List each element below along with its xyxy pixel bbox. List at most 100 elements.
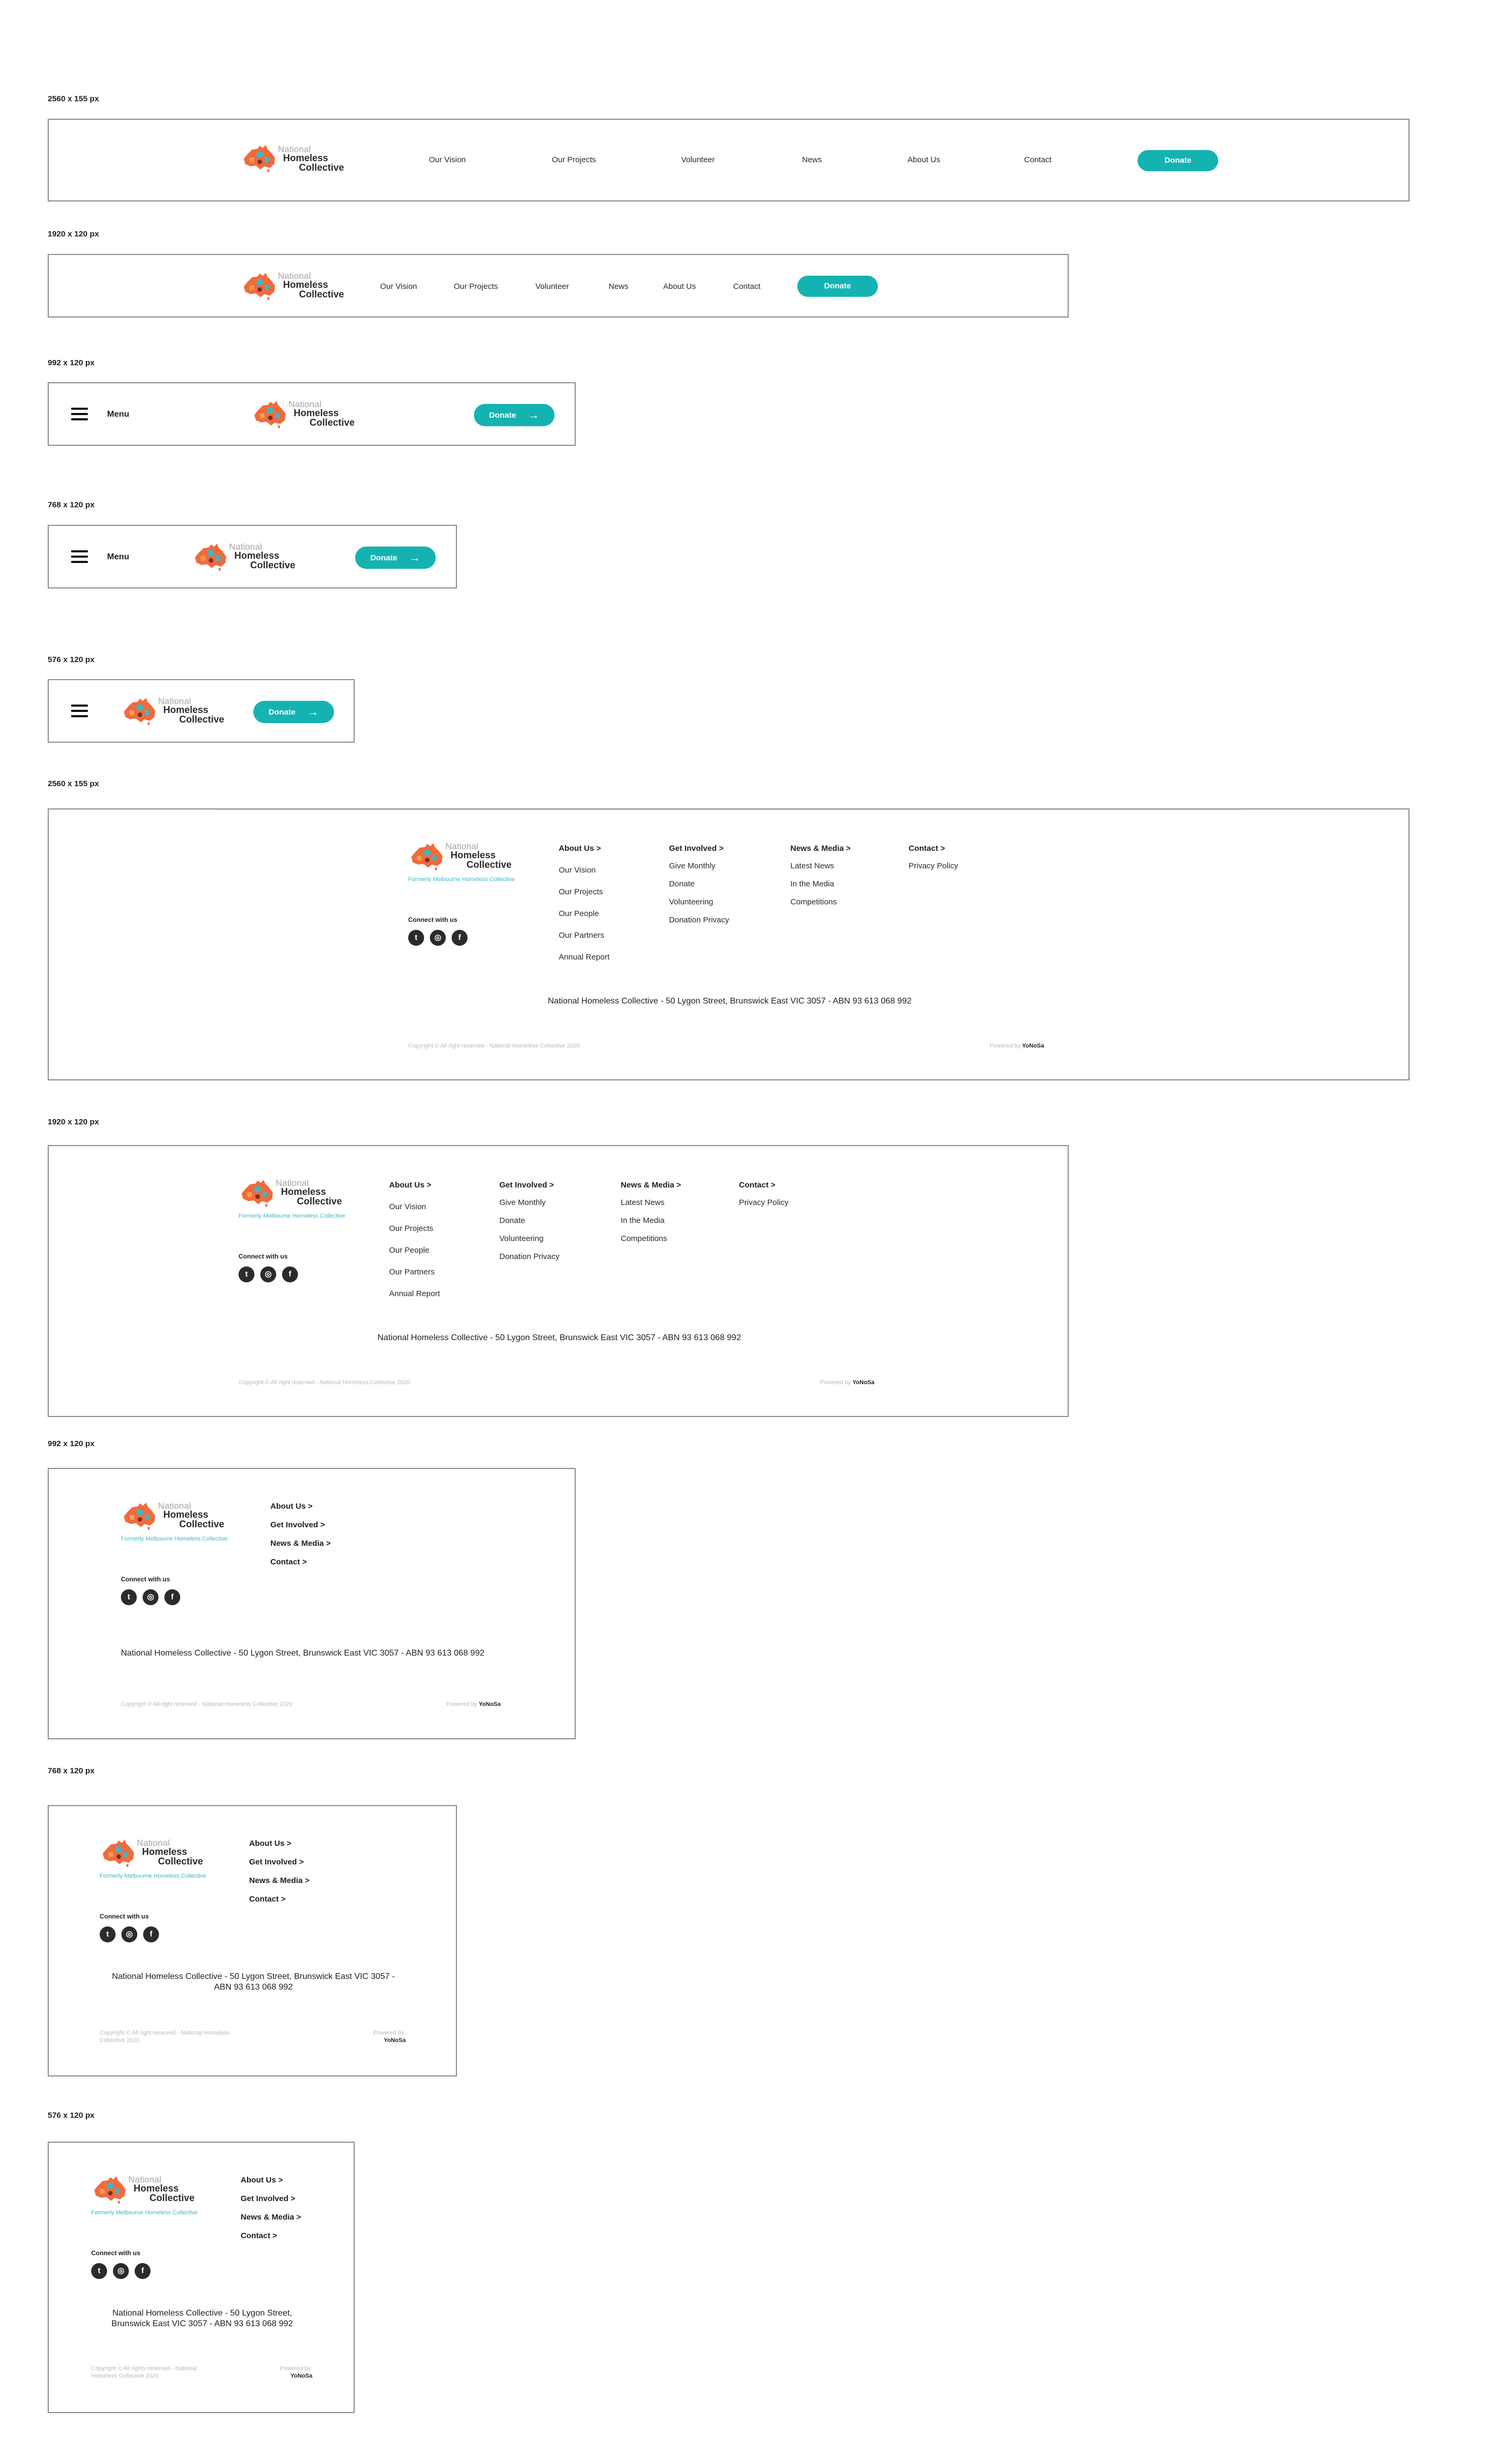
footer-heading-involved[interactable]: Get Involved > [241,2194,295,2203]
powered-by[interactable]: YoNoSa [384,2037,406,2044]
facebook-icon[interactable]: f [143,1926,159,1942]
footer-heading-about[interactable]: About Us > [389,1181,431,1190]
instagram-icon[interactable]: ◎ [143,1589,158,1605]
footer-brand-logo[interactable]: National Homeless Collective Formerly Me… [121,1500,259,1547]
powered-by[interactable]: Powered by YoNoSa [446,1701,501,1708]
instagram-icon[interactable]: ◎ [113,2263,129,2279]
donate-button[interactable]: Donate [1138,150,1218,171]
brand-logo[interactable]: National Homeless Collective [251,398,368,432]
footer-heading-news[interactable]: News & Media > [241,2213,301,2222]
footer-link[interactable]: Volunteering [669,897,713,907]
footer-link[interactable]: Our Vision [389,1202,426,1211]
footer-link[interactable]: In the Media [621,1216,665,1225]
footer-link[interactable]: Annual Report [389,1289,440,1298]
footer-link[interactable]: Give Monthly [499,1198,546,1207]
footer-link[interactable]: Volunteering [499,1234,543,1243]
nav-news[interactable]: News [609,282,629,291]
footer-link[interactable]: Donate [669,879,694,888]
instagram-icon[interactable]: ◎ [121,1926,137,1942]
powered-by[interactable]: Powered by [280,2365,311,2372]
facebook-icon[interactable]: f [164,1589,180,1605]
footer-brand-logo[interactable]: National Homeless Collective Formerly Me… [91,2173,229,2221]
powered-by[interactable]: Powered by YoNoSa [990,1043,1044,1049]
twitter-icon[interactable]: t [239,1266,254,1282]
twitter-icon[interactable]: t [121,1589,137,1605]
brand-logo[interactable]: National Homeless Collective [121,695,237,729]
brand-logo[interactable]: National Homeless Collective [241,142,357,180]
footer-heading-contact[interactable]: Contact > [249,1895,286,1904]
donate-button[interactable]: Donate [797,276,878,297]
footer-link[interactable]: Competitions [790,897,837,907]
donate-button[interactable]: Donate → [355,547,436,569]
footer-link[interactable]: Our People [559,909,599,918]
footer-link[interactable]: Donation Privacy [499,1252,559,1261]
nav-volunteer[interactable]: Volunteer [535,282,569,291]
nav-contact[interactable]: Contact [733,282,761,291]
hamburger-icon[interactable] [71,550,88,566]
footer-brand-logo[interactable]: National Homeless Collective Formerly Me… [100,1837,237,1885]
nav-our-vision[interactable]: Our Vision [429,155,466,164]
footer-link[interactable]: Our Projects [389,1224,433,1233]
nav-our-vision[interactable]: Our Vision [380,282,417,291]
footer-heading-about[interactable]: About Us > [559,844,601,853]
footer-link[interactable]: Our Partners [389,1268,435,1277]
twitter-icon[interactable]: t [91,2263,107,2279]
facebook-icon[interactable]: f [282,1266,298,1282]
footer-heading-involved[interactable]: Get Involved > [669,844,724,853]
footer-heading-about[interactable]: About Us > [241,2176,283,2185]
nav-volunteer[interactable]: Volunteer [681,155,715,164]
footer-heading-news[interactable]: News & Media > [270,1539,331,1548]
footer-heading-contact[interactable]: Contact > [241,2231,277,2240]
footer-heading-news[interactable]: News & Media > [621,1181,681,1190]
footer-link[interactable]: Privacy Policy [739,1198,788,1207]
footer-heading-involved[interactable]: Get Involved > [249,1858,304,1867]
nav-about-us[interactable]: About Us [663,282,696,291]
donate-button[interactable]: Donate → [474,404,554,426]
nav-contact[interactable]: Contact [1024,155,1052,164]
brand-logo[interactable]: National Homeless Collective [241,270,357,304]
facebook-icon[interactable]: f [452,930,468,946]
footer-heading-contact[interactable]: Contact > [270,1557,307,1567]
nav-our-projects[interactable]: Our Projects [552,155,596,164]
instagram-icon[interactable]: ◎ [260,1266,276,1282]
footer-link[interactable]: Competitions [621,1234,667,1243]
nav-our-projects[interactable]: Our Projects [454,282,498,291]
footer-link[interactable]: Privacy Policy [909,861,958,870]
footer-heading-contact[interactable]: Contact > [739,1181,776,1190]
hamburger-icon[interactable] [71,408,88,424]
footer-link[interactable]: Our People [389,1246,429,1255]
footer-link[interactable]: In the Media [790,879,834,888]
footer-heading-news[interactable]: News & Media > [249,1876,310,1885]
footer-link[interactable]: Donate [499,1216,525,1225]
footer-heading-involved[interactable]: Get Involved > [270,1520,325,1529]
powered-by[interactable]: Powered by [373,2030,404,2036]
footer-link[interactable]: Latest News [790,861,834,870]
footer-link[interactable]: Donation Privacy [669,916,729,925]
nav-news[interactable]: News [802,155,822,164]
footer-heading-about[interactable]: About Us > [249,1839,292,1848]
donate-button[interactable]: Donate → [253,701,334,723]
twitter-icon[interactable]: t [408,930,424,946]
powered-by[interactable]: YoNoSa [290,2373,312,2379]
footer-brand-logo[interactable]: National Homeless Collective Formerly Me… [239,1177,376,1225]
footer-link[interactable]: Latest News [621,1198,665,1207]
hamburger-icon[interactable] [71,705,88,720]
footer-heading-about[interactable]: About Us > [270,1502,313,1511]
menu-label[interactable]: Menu [107,410,129,419]
footer-link[interactable]: Our Partners [559,931,604,940]
footer-link[interactable]: Give Monthly [669,861,716,870]
facebook-icon[interactable]: f [135,2263,151,2279]
instagram-icon[interactable]: ◎ [430,930,446,946]
twitter-icon[interactable]: t [100,1926,116,1942]
footer-heading-contact[interactable]: Contact > [909,844,945,853]
powered-by[interactable]: Powered by YoNoSa [820,1379,875,1386]
footer-brand-logo[interactable]: National Homeless Collective Formerly Me… [408,840,546,888]
nav-about-us[interactable]: About Us [908,155,940,164]
footer-heading-involved[interactable]: Get Involved > [499,1181,554,1190]
footer-link[interactable]: Our Vision [559,866,596,875]
menu-label[interactable]: Menu [107,552,129,562]
brand-logo[interactable]: National Homeless Collective [192,541,309,575]
footer-link[interactable]: Annual Report [559,953,610,962]
footer-heading-news[interactable]: News & Media > [790,844,851,853]
footer-link[interactable]: Our Projects [559,887,603,896]
